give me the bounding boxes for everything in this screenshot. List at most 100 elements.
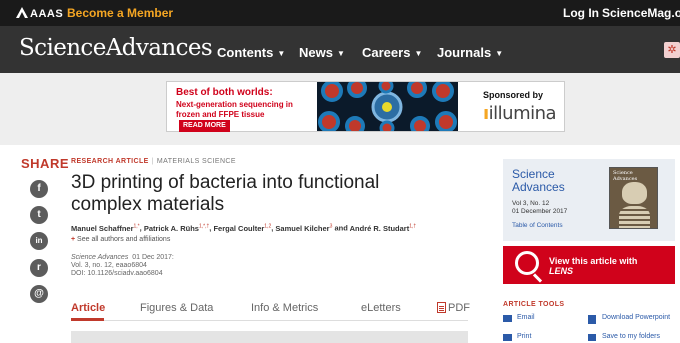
aaas-logo[interactable]: AAAS bbox=[16, 7, 63, 20]
journal-name: Science Advances bbox=[71, 254, 129, 261]
see-all-authors-link[interactable]: + See all authors and affiliations bbox=[71, 236, 170, 243]
illumina-ad[interactable]: Best of both worlds: Next-generation seq… bbox=[166, 81, 565, 132]
article-title: 3D printing of bacteria into functional … bbox=[71, 172, 380, 215]
chevron-down-icon: ▼ bbox=[336, 49, 345, 58]
folder-icon bbox=[588, 334, 596, 341]
cover-title: Science Advances bbox=[613, 170, 638, 182]
author-affiliation: 1,† bbox=[409, 223, 417, 229]
login-link[interactable]: Log In bbox=[563, 6, 599, 20]
ribs-graphic bbox=[619, 206, 650, 228]
ad-subtext-line2: frozen and FFPE tissueREAD MORE bbox=[176, 110, 316, 132]
view-with-lens-button[interactable]: View this article with LENS bbox=[503, 246, 675, 284]
volume-line: Vol. 3, no. 12, eaao6804 bbox=[71, 262, 147, 269]
issue-journal-title[interactable]: Science Advances bbox=[512, 168, 565, 194]
article-section[interactable]: MATERIALS SCIENCE bbox=[157, 158, 236, 165]
ad-cells-image bbox=[317, 82, 458, 131]
sciencemag-link[interactable]: ScienceMag.org bbox=[602, 6, 680, 20]
skull-graphic bbox=[622, 182, 647, 204]
nav-news-label: News bbox=[299, 45, 333, 60]
nav-contents[interactable]: Contents ▼ bbox=[217, 45, 285, 60]
issue-meta: Vol 3, No. 12 01 December 2017 bbox=[512, 200, 567, 216]
email-icon bbox=[503, 315, 512, 322]
tool-download-powerpoint[interactable]: Download Powerpoint bbox=[602, 314, 674, 322]
tab-article[interactable]: Article bbox=[71, 302, 105, 314]
tab-divider bbox=[71, 320, 468, 321]
tab-figures-data[interactable]: Figures & Data bbox=[140, 302, 213, 314]
tab-info-metrics[interactable]: Info & Metrics bbox=[251, 302, 318, 314]
print-icon bbox=[503, 334, 512, 341]
reddit-icon[interactable]: r bbox=[30, 259, 48, 277]
tab-eletters[interactable]: eLetters bbox=[361, 302, 401, 314]
active-tab-indicator bbox=[71, 318, 104, 321]
nav-news[interactable]: News ▼ bbox=[299, 45, 345, 60]
author-name: Fergal Coulter bbox=[213, 223, 265, 233]
article-body-placeholder bbox=[71, 331, 468, 343]
lens-label: View this article with LENS bbox=[549, 256, 637, 276]
lens-label-line2: LENS bbox=[549, 266, 574, 276]
ad-subtext: Next-generation sequencing in frozen and… bbox=[176, 100, 316, 132]
tool-save-to-folders[interactable]: Save to my folders bbox=[602, 333, 660, 341]
citation-line-1: Science Advances 01 Dec 2017: bbox=[71, 254, 174, 262]
author[interactable]: Manuel Schaffner1,* bbox=[71, 223, 140, 233]
author-separator: and bbox=[332, 223, 350, 233]
doi-line[interactable]: DOI: 10.1126/sciadv.aao6804 bbox=[71, 270, 174, 278]
issue-box: Science Advances Vol 3, No. 12 01 Decemb… bbox=[503, 159, 675, 241]
magnifier-icon bbox=[515, 251, 539, 275]
magnifier-handle bbox=[532, 273, 543, 283]
page: AAAS Become a Member Log In ScienceMag.o… bbox=[0, 0, 680, 343]
table-of-contents-link[interactable]: Table of Contents bbox=[512, 222, 563, 229]
become-member-link[interactable]: Become a Member bbox=[67, 6, 173, 20]
author[interactable]: Samuel Kilcher3 bbox=[275, 223, 332, 233]
citation-block: Science Advances 01 Dec 2017: Vol. 3, no… bbox=[71, 254, 174, 278]
ad-subtext-line1: Next-generation sequencing in bbox=[176, 100, 293, 109]
accessibility-icon[interactable]: ✲ bbox=[664, 42, 680, 58]
tab-pdf-label: PDF bbox=[448, 302, 470, 314]
twitter-icon[interactable]: t bbox=[30, 206, 48, 224]
author-name: André R. Studart bbox=[349, 223, 410, 233]
illumina-wordmark: illumina bbox=[488, 103, 557, 124]
tool-email[interactable]: Email bbox=[517, 314, 535, 322]
author[interactable]: Fergal Coulter1,2 bbox=[213, 223, 271, 233]
nav-careers-label: Careers bbox=[362, 45, 411, 60]
nav-contents-label: Contents bbox=[217, 45, 274, 60]
ad-text: Best of both worlds: Next-generation seq… bbox=[176, 87, 316, 132]
issue-volume: Vol 3, No. 12 bbox=[512, 200, 550, 207]
read-more-button[interactable]: READ MORE bbox=[179, 120, 230, 132]
chevron-down-icon: ▼ bbox=[414, 49, 423, 58]
main-nav: ScienceAdvances Contents ▼ News ▼ Careers ▼… bbox=[0, 26, 680, 73]
author-name: Patrick A. Rühs bbox=[143, 223, 199, 233]
illumina-logo: ıillumina bbox=[483, 103, 557, 124]
aaas-label: AAAS bbox=[30, 8, 64, 20]
author[interactable]: Patrick A. Rühs1,*,† bbox=[143, 223, 209, 233]
share-label: SHARE bbox=[21, 156, 70, 171]
email-share-icon[interactable]: @ bbox=[30, 285, 48, 303]
author-name: Samuel Kilcher bbox=[275, 223, 330, 233]
publication-date: 01 Dec 2017: bbox=[132, 254, 174, 261]
aaas-mark-icon bbox=[16, 7, 28, 18]
nav-journals-label: Journals bbox=[437, 45, 492, 60]
powerpoint-icon bbox=[588, 315, 596, 324]
lens-label-line1: View this article with bbox=[549, 256, 638, 266]
article-type: RESEARCH ARTICLE | MATERIALS SCIENCE bbox=[71, 158, 236, 165]
ad-subtext-line2-label: frozen and FFPE tissue bbox=[176, 110, 265, 119]
chevron-down-icon: ▼ bbox=[277, 49, 286, 58]
issue-cover-image[interactable]: Science Advances bbox=[609, 167, 658, 229]
top-bar: AAAS Become a Member Log In ScienceMag.o… bbox=[0, 0, 680, 26]
nav-careers[interactable]: Careers ▼ bbox=[362, 45, 422, 60]
tool-print[interactable]: Print bbox=[517, 333, 531, 341]
nav-journals[interactable]: Journals ▼ bbox=[437, 45, 503, 60]
chevron-down-icon: ▼ bbox=[495, 49, 504, 58]
issue-date: 01 December 2017 bbox=[512, 208, 568, 215]
facebook-icon[interactable]: f bbox=[30, 180, 48, 198]
science-advances-logo[interactable]: ScienceAdvances bbox=[19, 35, 213, 61]
author[interactable]: André R. Studart1,† bbox=[349, 223, 417, 233]
divider: | bbox=[151, 158, 154, 165]
tab-pdf[interactable]: PDF bbox=[437, 302, 470, 314]
issue-journal-title-line2: Advances bbox=[512, 180, 565, 194]
article-tools-heading: ARTICLE TOOLS bbox=[503, 301, 565, 308]
article-type-label: RESEARCH ARTICLE bbox=[71, 158, 149, 165]
linkedin-icon[interactable]: in bbox=[30, 232, 48, 250]
author-name: Manuel Schaffner bbox=[71, 223, 134, 233]
sponsored-by-label: Sponsored by bbox=[483, 90, 544, 100]
pdf-icon bbox=[437, 302, 446, 313]
